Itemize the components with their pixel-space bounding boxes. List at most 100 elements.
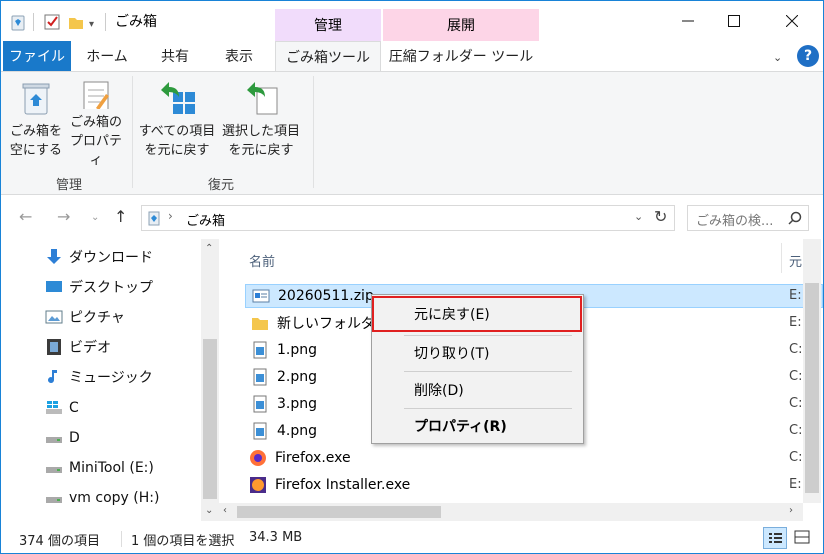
recycle-bin-small-icon[interactable] <box>9 13 27 31</box>
restore-selected-label-2: を元に戻す <box>228 143 294 158</box>
scroll-down-icon[interactable]: ⌄ <box>205 505 213 516</box>
png-file-icon <box>253 395 267 413</box>
restore-selected-label-1: 選択した項目 <box>221 124 300 139</box>
file-row[interactable]: Firefox Installer.exe <box>245 473 823 497</box>
file-name: 20260511.zip <box>278 288 374 304</box>
search-placeholder: ごみ箱の検... <box>696 214 774 229</box>
menu-item-properties[interactable]: プロパティ(R) <box>372 413 583 439</box>
title-bar: ▾ ごみ箱 管理 展開 <box>1 1 823 41</box>
windows-drive-icon <box>46 401 62 414</box>
properties-check-icon[interactable] <box>43 13 61 31</box>
file-name: 1.png <box>277 342 318 358</box>
address-path[interactable]: ごみ箱 <box>186 210 225 229</box>
file-explorer-window: ▾ ごみ箱 管理 展開 ファイル ホーム 共有 表示 ごみ箱ツール 圧縮フォルダ… <box>0 0 824 554</box>
tab-file[interactable]: ファイル <box>3 41 71 71</box>
empty-recycle-bin-button[interactable]: ごみ箱を 空にする <box>7 78 65 170</box>
forward-button[interactable]: → <box>57 207 70 226</box>
selected-size: 34.3 MB <box>249 530 303 545</box>
drive-icon <box>46 467 62 473</box>
navigation-pane[interactable]: ダウンロード デスクトップ ピクチャ ビデオ ミュージック C D MiniTo… <box>1 239 219 521</box>
tab-home[interactable]: ホーム <box>73 41 141 71</box>
file-row[interactable]: Firefox.exe <box>245 446 823 470</box>
tab-view[interactable]: 表示 <box>209 41 269 71</box>
maximize-button[interactable] <box>711 1 757 41</box>
window-title: ごみ箱 <box>115 14 157 30</box>
back-button[interactable]: ← <box>19 207 32 226</box>
empty-recycle-bin-icon <box>22 83 50 115</box>
column-divider[interactable] <box>781 243 782 273</box>
scroll-up-icon[interactable]: ⌃ <box>205 243 213 254</box>
tab-compressed-folder-tools[interactable]: 圧縮フォルダー ツール <box>383 41 539 71</box>
group-label-manage: 管理 <box>55 178 82 193</box>
restore-all-items-button[interactable]: すべての項目 を元に戻す <box>137 78 217 170</box>
context-tab-group-extract: 展開 <box>383 9 539 41</box>
status-bar: 374 個の項目 1 個の項目を選択 34.3 MB <box>1 525 823 553</box>
horizontal-scrollbar[interactable]: ‹ › <box>219 503 803 521</box>
refresh-icon[interactable]: ↻ <box>654 207 667 226</box>
tab-share[interactable]: 共有 <box>145 41 205 71</box>
nav-scrollbar-thumb[interactable] <box>203 339 217 499</box>
video-icon <box>47 339 61 355</box>
file-name: 3.png <box>277 396 318 412</box>
props-label-2: プロパティ <box>69 134 122 168</box>
address-dropdown-icon[interactable]: ⌄ <box>634 210 643 223</box>
scroll-right-icon[interactable]: › <box>789 505 793 516</box>
file-list-scrollbar-thumb[interactable] <box>805 283 819 493</box>
item-count: 374 個の項目 <box>19 534 100 549</box>
empty-bin-label-1: ごみ箱を <box>9 124 62 139</box>
restore-all-icon <box>161 82 195 114</box>
file-original-location: E: <box>789 315 802 330</box>
recent-locations-chevron-icon[interactable]: ⌄ <box>91 212 99 223</box>
large-icons-view-button[interactable] <box>791 527 815 549</box>
menu-item-delete[interactable]: 削除(D) <box>372 377 583 403</box>
folder-icon <box>252 318 268 330</box>
search-icon[interactable] <box>788 211 802 225</box>
nav-scrollbar[interactable]: ⌃ ⌄ <box>201 239 219 521</box>
nav-item-pictures[interactable]: ピクチャ <box>45 306 125 328</box>
nav-item-drive-h[interactable]: vm copy (H:) <box>45 487 159 509</box>
details-view-icon <box>769 533 782 543</box>
nav-item-videos[interactable]: ビデオ <box>45 336 111 358</box>
nav-item-desktop[interactable]: デスクトップ <box>45 276 153 298</box>
nav-item-drive-d[interactable]: D <box>45 427 80 449</box>
column-header-original-location[interactable]: 元 <box>789 251 802 270</box>
horizontal-scrollbar-thumb[interactable] <box>237 506 441 518</box>
address-bar[interactable]: › ごみ箱 ⌄ ↻ <box>141 205 675 231</box>
file-list-scrollbar[interactable] <box>803 239 821 503</box>
close-button[interactable] <box>769 1 815 41</box>
menu-item-cut-label: 切り取り(T) <box>414 346 490 362</box>
help-icon[interactable]: ? <box>797 45 819 67</box>
props-label-1: ごみ箱の <box>69 115 122 130</box>
menu-separator <box>404 335 572 336</box>
collapse-ribbon-icon[interactable]: ⌄ <box>773 51 782 64</box>
file-original-location: C: <box>789 423 803 438</box>
details-view-button[interactable] <box>763 527 787 549</box>
desktop-icon <box>46 281 62 292</box>
scroll-left-icon[interactable]: ‹ <box>223 505 227 516</box>
nav-item-music[interactable]: ミュージック <box>45 366 153 388</box>
nav-item-drive-e[interactable]: MiniTool (E:) <box>45 457 154 479</box>
ribbon-tabs: ファイル ホーム 共有 表示 ごみ箱ツール 圧縮フォルダー ツール ⌄ ? <box>1 41 823 72</box>
minimize-button[interactable] <box>665 1 711 41</box>
file-name: Firefox Installer.exe <box>275 477 411 493</box>
selected-count: 1 個の項目を選択 <box>131 534 235 549</box>
drive-icon <box>46 437 62 443</box>
nav-item-label: ミュージック <box>69 370 153 386</box>
menu-item-cut[interactable]: 切り取り(T) <box>372 340 583 366</box>
nav-item-drive-c[interactable]: C <box>45 397 79 419</box>
restore-selected-items-button[interactable]: 選択した項目 を元に戻す <box>219 78 303 170</box>
tab-recycle-bin-tools[interactable]: ごみ箱ツール <box>275 41 381 72</box>
nav-item-label: C <box>69 400 79 416</box>
chevron-down-icon[interactable]: ▾ <box>89 19 97 30</box>
new-folder-icon[interactable] <box>67 13 85 31</box>
file-name: 4.png <box>277 423 318 439</box>
menu-separator <box>404 371 572 372</box>
search-box[interactable]: ごみ箱の検... <box>687 205 809 231</box>
drive-icon <box>46 497 62 503</box>
recycle-bin-properties-button[interactable]: ごみ箱の プロパティ <box>65 78 127 170</box>
column-header-name[interactable]: 名前 <box>249 251 275 270</box>
nav-item-downloads[interactable]: ダウンロード <box>45 246 153 268</box>
up-button[interactable]: ↑ <box>114 207 127 226</box>
nav-item-label: ビデオ <box>69 340 111 356</box>
ribbon-panel: ごみ箱を 空にする ごみ箱の プロパティ すべての項目 を元に戻す 選択した項目… <box>1 71 823 195</box>
